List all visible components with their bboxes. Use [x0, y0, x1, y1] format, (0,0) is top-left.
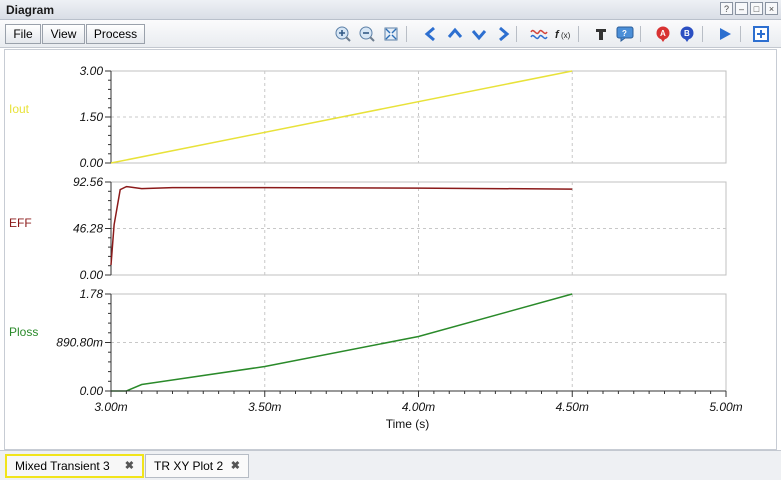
toolbar: File View Process f (x) ? A B [0, 20, 781, 48]
tab-label: Mixed Transient 3 [15, 459, 110, 473]
play-icon[interactable] [716, 25, 734, 43]
file-menu[interactable]: File [5, 24, 41, 44]
y-tick-label: 1.50 [80, 110, 104, 124]
tab-tr-xy-plot-2[interactable]: TR XY Plot 2 ✖ [145, 454, 249, 478]
diagram-tabs-bar: Mixed Transient 3 ✖ TR XY Plot 2 ✖ [0, 450, 781, 480]
pan-up-icon[interactable] [446, 25, 464, 43]
close-tab-icon[interactable]: ✖ [125, 456, 134, 476]
diagram-chart[interactable]: 3.00 1.50 0.00 Iout 92.56 46.28 0.00 EFF 1.78 890… [5, 50, 776, 449]
add-icon[interactable] [752, 25, 770, 43]
y-tick-label: 3.00 [80, 64, 104, 78]
waveform-icon[interactable] [530, 25, 548, 43]
maximize-button[interactable]: □ [750, 2, 763, 15]
help-button[interactable]: ? [720, 2, 733, 15]
x-axis-label: Time (s) [386, 417, 430, 431]
zoom-in-icon[interactable] [334, 25, 352, 43]
y-tick-label: 46.28 [73, 222, 103, 236]
svg-text:B: B [684, 29, 690, 38]
x-tick-label: 3.50m [248, 400, 281, 414]
x-tick-label: 3.00m [94, 400, 127, 414]
minimize-button[interactable]: – [735, 2, 748, 15]
y-tick-label: 0.00 [80, 268, 104, 282]
tab-mixed-transient-3[interactable]: Mixed Transient 3 ✖ [5, 454, 144, 478]
y-tick-label: 92.56 [73, 175, 103, 189]
text-icon[interactable] [592, 25, 610, 43]
series-label: Ploss [9, 325, 38, 339]
zoom-fit-icon[interactable] [382, 25, 400, 43]
view-menu[interactable]: View [42, 24, 85, 44]
window-titlebar: Diagram ? – □ × [0, 0, 781, 20]
y-tick-label: 890.80m [56, 336, 103, 350]
pan-right-icon[interactable] [494, 25, 512, 43]
close-button[interactable]: × [765, 2, 778, 15]
zoom-out-icon[interactable] [358, 25, 376, 43]
y-tick-label: 1.78 [80, 287, 104, 301]
y-tick-label: 0.00 [80, 156, 104, 170]
window-title: Diagram [6, 3, 55, 17]
x-tick-label: 4.50m [556, 400, 589, 414]
close-tab-icon[interactable]: ✖ [231, 455, 240, 477]
x-tick-label: 5.00m [709, 400, 742, 414]
process-menu[interactable]: Process [86, 24, 145, 44]
marker-b-icon[interactable]: B [678, 25, 696, 43]
diagram-plot-area[interactable]: 3.00 1.50 0.00 Iout 92.56 46.28 0.00 EFF 1.78 890… [4, 49, 777, 450]
pan-down-icon[interactable] [470, 25, 488, 43]
x-tick-label: 4.00m [402, 400, 435, 414]
tab-label: TR XY Plot 2 [154, 459, 224, 473]
function-icon[interactable]: f (x) [554, 25, 574, 43]
svg-text:(x): (x) [561, 31, 571, 40]
series-label: EFF [9, 216, 32, 230]
series-label: Iout [9, 102, 30, 116]
svg-text:?: ? [622, 29, 627, 38]
comment-icon[interactable]: ? [616, 25, 634, 43]
pan-left-icon[interactable] [422, 25, 440, 43]
y-tick-label: 0.00 [80, 384, 104, 398]
svg-text:f: f [555, 29, 560, 41]
marker-a-icon[interactable]: A [654, 25, 672, 43]
svg-text:A: A [660, 29, 666, 38]
